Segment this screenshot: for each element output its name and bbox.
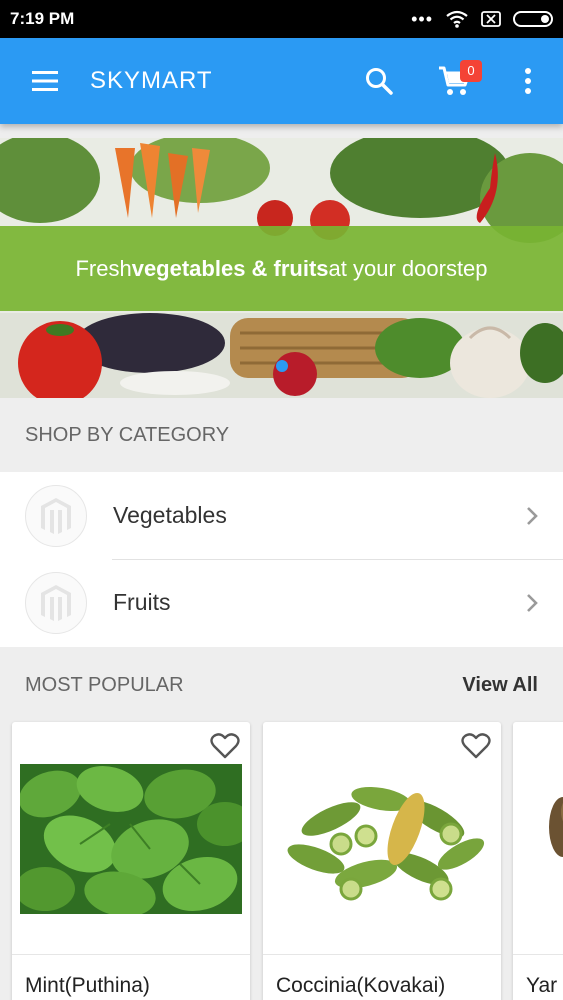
section-title: MOST POPULAR — [25, 673, 184, 696]
product-card[interactable]: Yar — [513, 722, 563, 1000]
more-notifications-icon: ••• — [411, 9, 433, 29]
category-label: Vegetables — [113, 502, 227, 528]
banner-tagline: Fresh vegetables & fruits at your doorst… — [0, 226, 563, 311]
heart-icon[interactable] — [461, 732, 491, 760]
promo-banner[interactable]: Fresh vegetables & fruits at your doorst… — [0, 138, 563, 398]
card-divider — [513, 954, 563, 955]
product-image-partial — [549, 797, 563, 857]
category-list: Vegetables Fruits — [0, 472, 563, 647]
app-bar: SKYMART 0 — [0, 38, 563, 124]
banner-text-suffix: at your doorstep — [328, 255, 488, 281]
search-icon — [366, 68, 393, 95]
shop-by-category-header: SHOP BY CATEGORY — [0, 400, 563, 470]
product-name: Coccinia(Kovakai) — [276, 974, 446, 997]
category-item-fruits[interactable]: Fruits — [0, 559, 563, 646]
banner-text-bold: vegetables & fruits — [131, 255, 329, 281]
product-name: Mint(Puthina) — [25, 974, 150, 997]
view-all-link[interactable]: View All — [462, 674, 538, 697]
status-bar: 7:19 PM ••• — [0, 0, 563, 38]
search-button[interactable] — [341, 38, 417, 124]
product-card[interactable]: Coccinia(Kovakai) — [263, 722, 501, 1000]
no-sim-icon — [481, 11, 501, 27]
section-title: SHOP BY CATEGORY — [25, 423, 230, 446]
banner-text-prefix: Fresh — [75, 255, 132, 281]
category-item-vegetables[interactable]: Vegetables — [0, 472, 563, 559]
product-name: Yar — [526, 974, 558, 997]
status-icons: ••• — [411, 10, 553, 28]
card-divider — [263, 954, 501, 955]
overflow-menu-button[interactable] — [493, 38, 563, 124]
carousel-indicator[interactable] — [276, 360, 288, 372]
category-label: Fruits — [113, 589, 171, 615]
status-time: 7:19 PM — [10, 9, 75, 28]
product-image-coccinia — [271, 764, 493, 914]
heart-icon[interactable] — [210, 732, 240, 760]
menu-button[interactable] — [0, 38, 90, 124]
product-image-mint — [20, 764, 242, 914]
most-popular-header: MOST POPULAR View All — [0, 650, 563, 720]
product-card[interactable]: Mint(Puthina) — [12, 722, 250, 1000]
more-vert-icon — [525, 68, 531, 94]
cart-count-badge: 0 — [460, 60, 482, 82]
popular-products-carousel[interactable]: Mint(Puthina) Coccinia(Kovakai) Yar — [0, 722, 563, 1000]
app-title: SKYMART — [90, 67, 213, 94]
chevron-right-icon — [527, 594, 538, 612]
category-logo-icon — [25, 484, 87, 547]
hamburger-icon — [32, 71, 58, 91]
category-logo-icon — [25, 571, 87, 634]
battery-icon — [513, 11, 553, 27]
card-divider — [12, 954, 250, 955]
wifi-icon — [446, 10, 468, 28]
chevron-right-icon — [527, 507, 538, 525]
cart-button[interactable]: 0 — [417, 38, 493, 124]
